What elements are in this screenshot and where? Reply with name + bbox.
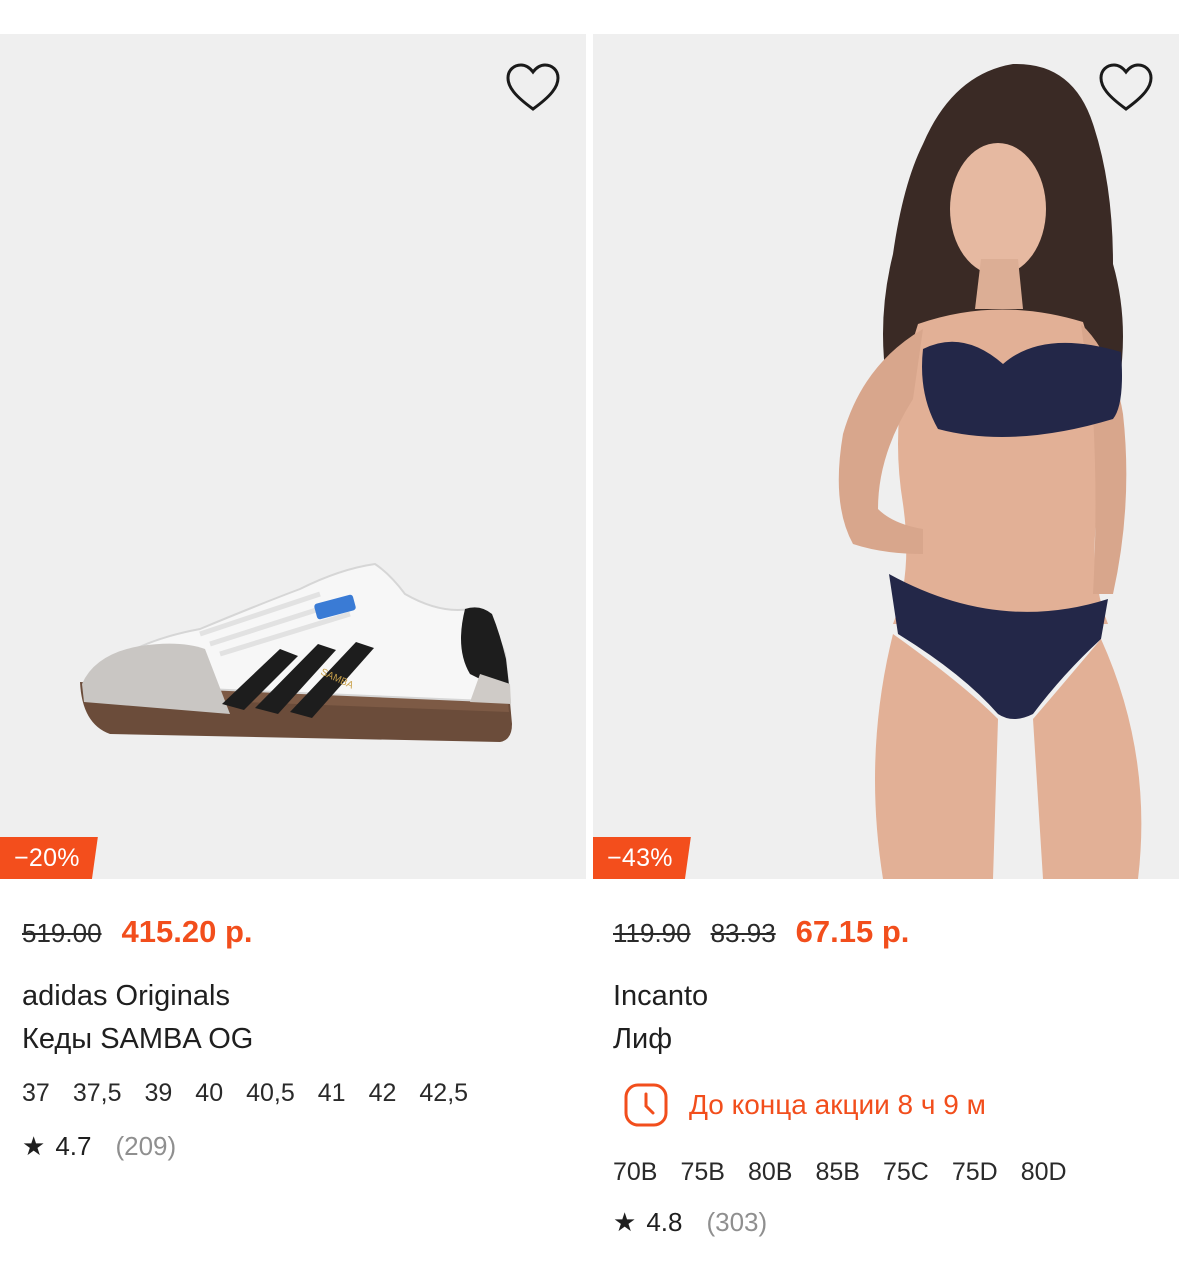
old-price: 119.90 — [613, 918, 691, 948]
clock-icon — [624, 1083, 668, 1127]
rating: ★ 4.7 (209) — [22, 1131, 176, 1162]
star-icon: ★ — [22, 1131, 46, 1161]
size-item: 37 — [22, 1079, 50, 1107]
size-item: 80D — [1020, 1158, 1067, 1186]
model-image — [838, 63, 1142, 879]
product-card-incanto[interactable]: −43% 119.90 83.93 67.15 р. Incanto Лиф Д… — [593, 34, 1179, 1280]
size-item: 37,5 — [72, 1079, 122, 1107]
timer-text: До конца акции 8 ч 9 м — [689, 1089, 986, 1120]
sale-price: 67.15 р. — [795, 914, 910, 949]
size-item: 70B — [613, 1158, 658, 1186]
rating: ★ 4.8 (303) — [613, 1207, 767, 1238]
review-count: (303) — [706, 1207, 768, 1237]
size-item: 85B — [815, 1158, 860, 1186]
discount-badge: −20% — [0, 837, 98, 879]
size-item: 75B — [680, 1158, 725, 1186]
size-item: 75C — [882, 1158, 929, 1186]
star-icon: ★ — [613, 1207, 637, 1237]
sale-price: 415.20 р. — [121, 914, 253, 949]
size-item: 75D — [951, 1158, 998, 1186]
size-list: 70B 75B 80B 85B 75C 75D 80D — [613, 1158, 1143, 1187]
size-item: 40 — [195, 1079, 224, 1107]
review-count: (209) — [115, 1131, 177, 1161]
old-price: 519.00 — [22, 918, 102, 948]
sizes-fade — [512, 1079, 552, 1108]
discount-badge: −43% — [593, 837, 691, 879]
product-photo-model[interactable]: −43% — [593, 34, 1179, 879]
old-price-2: 83.93 — [710, 918, 776, 948]
price-row: 519.00 415.20 р. — [22, 914, 253, 950]
rating-value: 4.8 — [646, 1207, 683, 1237]
size-list: 37 37,5 39 40 40,5 41 42 42,5 — [22, 1079, 552, 1108]
rating-value: 4.7 — [55, 1131, 92, 1161]
product-brand: adidas Originals — [22, 980, 230, 1012]
favorite-heart-icon[interactable] — [505, 62, 561, 114]
product-card-adidas[interactable]: SAMBA −20% 519.00 415.20 р. adidas Origi… — [0, 34, 586, 1280]
product-title: Лиф — [613, 1023, 673, 1055]
product-photo-sneaker[interactable]: SAMBA −20% — [0, 34, 586, 879]
size-item: 41 — [317, 1079, 346, 1107]
product-brand: Incanto — [613, 980, 709, 1012]
promo-timer: До конца акции 8 ч 9 м — [623, 1082, 986, 1128]
favorite-heart-icon[interactable] — [1098, 62, 1154, 114]
size-item: 40,5 — [246, 1079, 295, 1107]
sneaker-image: SAMBA — [80, 562, 512, 742]
sizes-fade — [1103, 1158, 1143, 1187]
size-item: 80B — [747, 1158, 793, 1186]
price-row: 119.90 83.93 67.15 р. — [613, 914, 909, 950]
size-item: 42 — [368, 1079, 397, 1107]
size-item: 39 — [144, 1079, 173, 1107]
product-title: Кеды SAMBA OG — [22, 1023, 254, 1055]
size-item: 42,5 — [419, 1079, 469, 1107]
